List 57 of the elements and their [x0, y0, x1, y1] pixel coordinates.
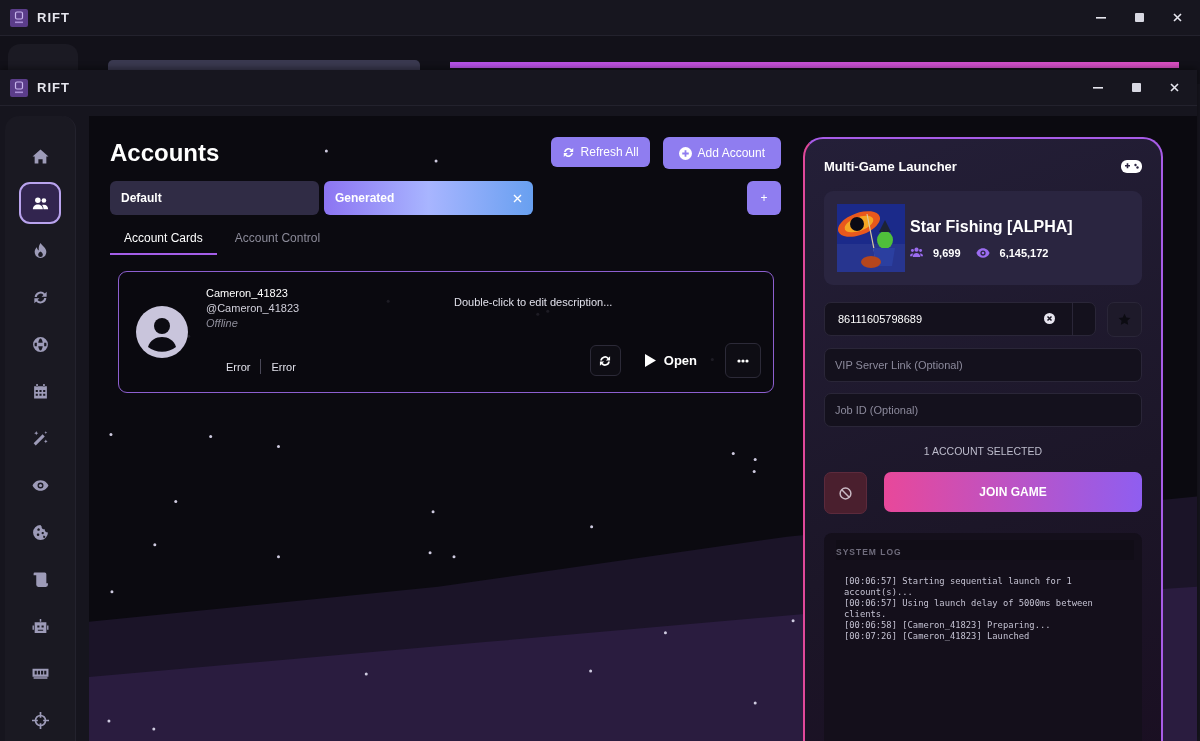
view-tab[interactable]: Account Control — [220, 231, 335, 255]
calendar-icon — [31, 382, 49, 400]
place-id-field[interactable]: 86111605798689 — [824, 302, 1096, 336]
refresh-icon — [598, 353, 613, 368]
avatar-icon — [136, 306, 188, 358]
player-count: 9,699 — [933, 246, 961, 259]
more-icon — [737, 358, 749, 363]
star-icon — [1118, 313, 1131, 326]
cancel-button[interactable] — [824, 472, 867, 514]
eye-icon — [975, 247, 990, 258]
scroll-icon — [31, 570, 49, 588]
block-icon — [839, 486, 852, 500]
users-icon — [910, 247, 923, 258]
log-entry: [00:07:26] [Cameron_41823] Launched — [844, 631, 1031, 642]
home-icon — [31, 147, 49, 165]
window-title: RIFT — [37, 10, 70, 25]
log-entry: [00:06:57] Starting sequential launch for 1 account(s)... — [844, 576, 1073, 598]
panel-title: Multi-Game Launcher — [824, 159, 957, 174]
open-button[interactable]: Open — [620, 353, 725, 368]
game-title: Star Fishing [ALPHA] — [910, 217, 1073, 236]
account-field: Error — [226, 360, 251, 373]
account-handle: @Cameron_41823 — [206, 302, 300, 314]
log-entry: [00:06:58] [Cameron_41823] Preparing... — [844, 620, 1052, 631]
logo-icon — [10, 78, 28, 97]
globe-icon — [31, 335, 49, 353]
game-card[interactable]: Star Fishing [ALPHA] 9,699 6,145,172 — [824, 191, 1142, 285]
log-entry: [00:06:57] Using launch delay of 5000ms between clients. — [844, 598, 1094, 620]
visit-count: 6,145,172 — [999, 246, 1049, 259]
selection-count: 1 ACCOUNT SELECTED — [923, 445, 1043, 457]
play-icon — [644, 354, 656, 367]
account-status: Offline — [206, 317, 239, 329]
clear-icon[interactable] — [1044, 313, 1055, 324]
sidebar-item[interactable] — [19, 182, 61, 224]
account-card[interactable]: Cameron_41823 @Cameron_41823 Offline Error Error Double-click to edit description... Open — [118, 271, 774, 393]
crosshairs-icon — [31, 711, 49, 729]
refresh-icon — [561, 145, 575, 159]
cookie-icon — [31, 523, 49, 541]
page-title: Accounts — [110, 139, 220, 167]
view-tab[interactable]: Account Cards — [110, 231, 217, 255]
window-title: RIFT — [37, 80, 70, 95]
close-icon[interactable] — [1173, 13, 1182, 22]
gamepad-icon — [1121, 160, 1142, 173]
wand-icon — [31, 429, 49, 447]
account-name: Cameron_41823 — [206, 287, 289, 299]
more-button[interactable] — [725, 343, 761, 378]
logo-icon — [10, 8, 28, 27]
job-id-field[interactable]: Job ID (Optional) — [824, 393, 1142, 427]
vip-server-field[interactable]: VIP Server Link (Optional) — [824, 348, 1142, 382]
group-tab[interactable]: Default — [110, 181, 319, 215]
close-icon[interactable] — [1170, 83, 1179, 92]
robot-icon — [31, 617, 49, 635]
account-field: Error — [271, 360, 296, 373]
refresh-button[interactable] — [589, 345, 621, 376]
log-title: SYSTEM LOG — [836, 547, 902, 557]
join-game-button[interactable]: JOIN GAME — [884, 472, 1142, 512]
account-description[interactable]: Double-click to edit description... — [454, 296, 613, 308]
plus-circle-icon — [678, 146, 692, 160]
